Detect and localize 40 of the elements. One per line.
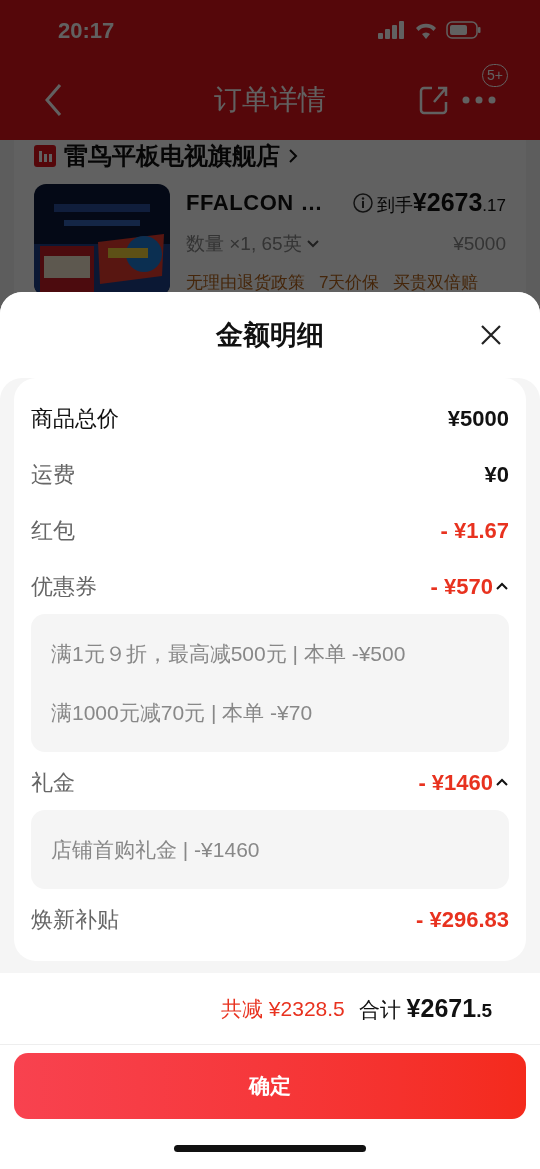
service-tag: 7天价保 [319, 270, 380, 296]
battery-icon [446, 21, 482, 39]
amount-value: ¥0 [484, 460, 509, 489]
amount-label: 礼金 [31, 768, 75, 797]
store-icon [34, 145, 56, 167]
amount-value: - ¥1.67 [440, 516, 509, 545]
wifi-icon [414, 21, 438, 39]
grand-total: 合计 ¥2671.5 [358, 992, 492, 1024]
service-tag: 买贵双倍赔 [393, 270, 479, 296]
amount-value: - ¥296.83 [416, 905, 509, 934]
amount-value: ¥5000 [447, 404, 509, 433]
sheet-title: 金额明细 [216, 318, 324, 352]
chevron-down-icon [305, 238, 320, 249]
amount-label: 优惠券 [31, 572, 97, 601]
page-title: 订单详情 [214, 83, 326, 117]
chevron-up-icon[interactable] [495, 777, 509, 787]
close-icon[interactable] [480, 324, 502, 346]
signal-icon [378, 21, 406, 39]
final-price: 到手¥2673.17 [376, 187, 506, 218]
share-icon[interactable] [418, 84, 450, 116]
service-tag: 无理由退货政策 [186, 270, 305, 296]
more-icon[interactable] [462, 96, 496, 104]
confirm-button[interactable]: 确定 [14, 1053, 526, 1119]
detail-text: 店铺首购礼金 | -¥1460 [51, 836, 261, 863]
amount-label: 商品总价 [31, 404, 119, 433]
total-discount: 共减 ¥2328.5 [221, 995, 345, 1022]
amount-label: 焕新补贴 [31, 905, 119, 934]
detail-text: 满1元９折，最高减500元 | 本单 -¥500 [51, 640, 407, 667]
amount-value: - ¥570 [430, 572, 493, 601]
info-icon[interactable] [352, 192, 373, 213]
amount-label: 运费 [31, 460, 75, 489]
chevron-right-icon[interactable] [288, 148, 298, 164]
amount-value: - ¥1460 [418, 768, 493, 797]
status-time: 20:17 [58, 16, 115, 45]
product-name[interactable]: FFALCON … [186, 186, 323, 220]
back-icon[interactable] [44, 83, 62, 117]
store-name[interactable]: 雷鸟平板电视旗舰店 [64, 144, 280, 168]
detail-text: 满1000元减70元 | 本单 -¥70 [51, 699, 314, 726]
amount-label: 红包 [31, 516, 75, 545]
chevron-up-icon[interactable] [495, 581, 509, 591]
